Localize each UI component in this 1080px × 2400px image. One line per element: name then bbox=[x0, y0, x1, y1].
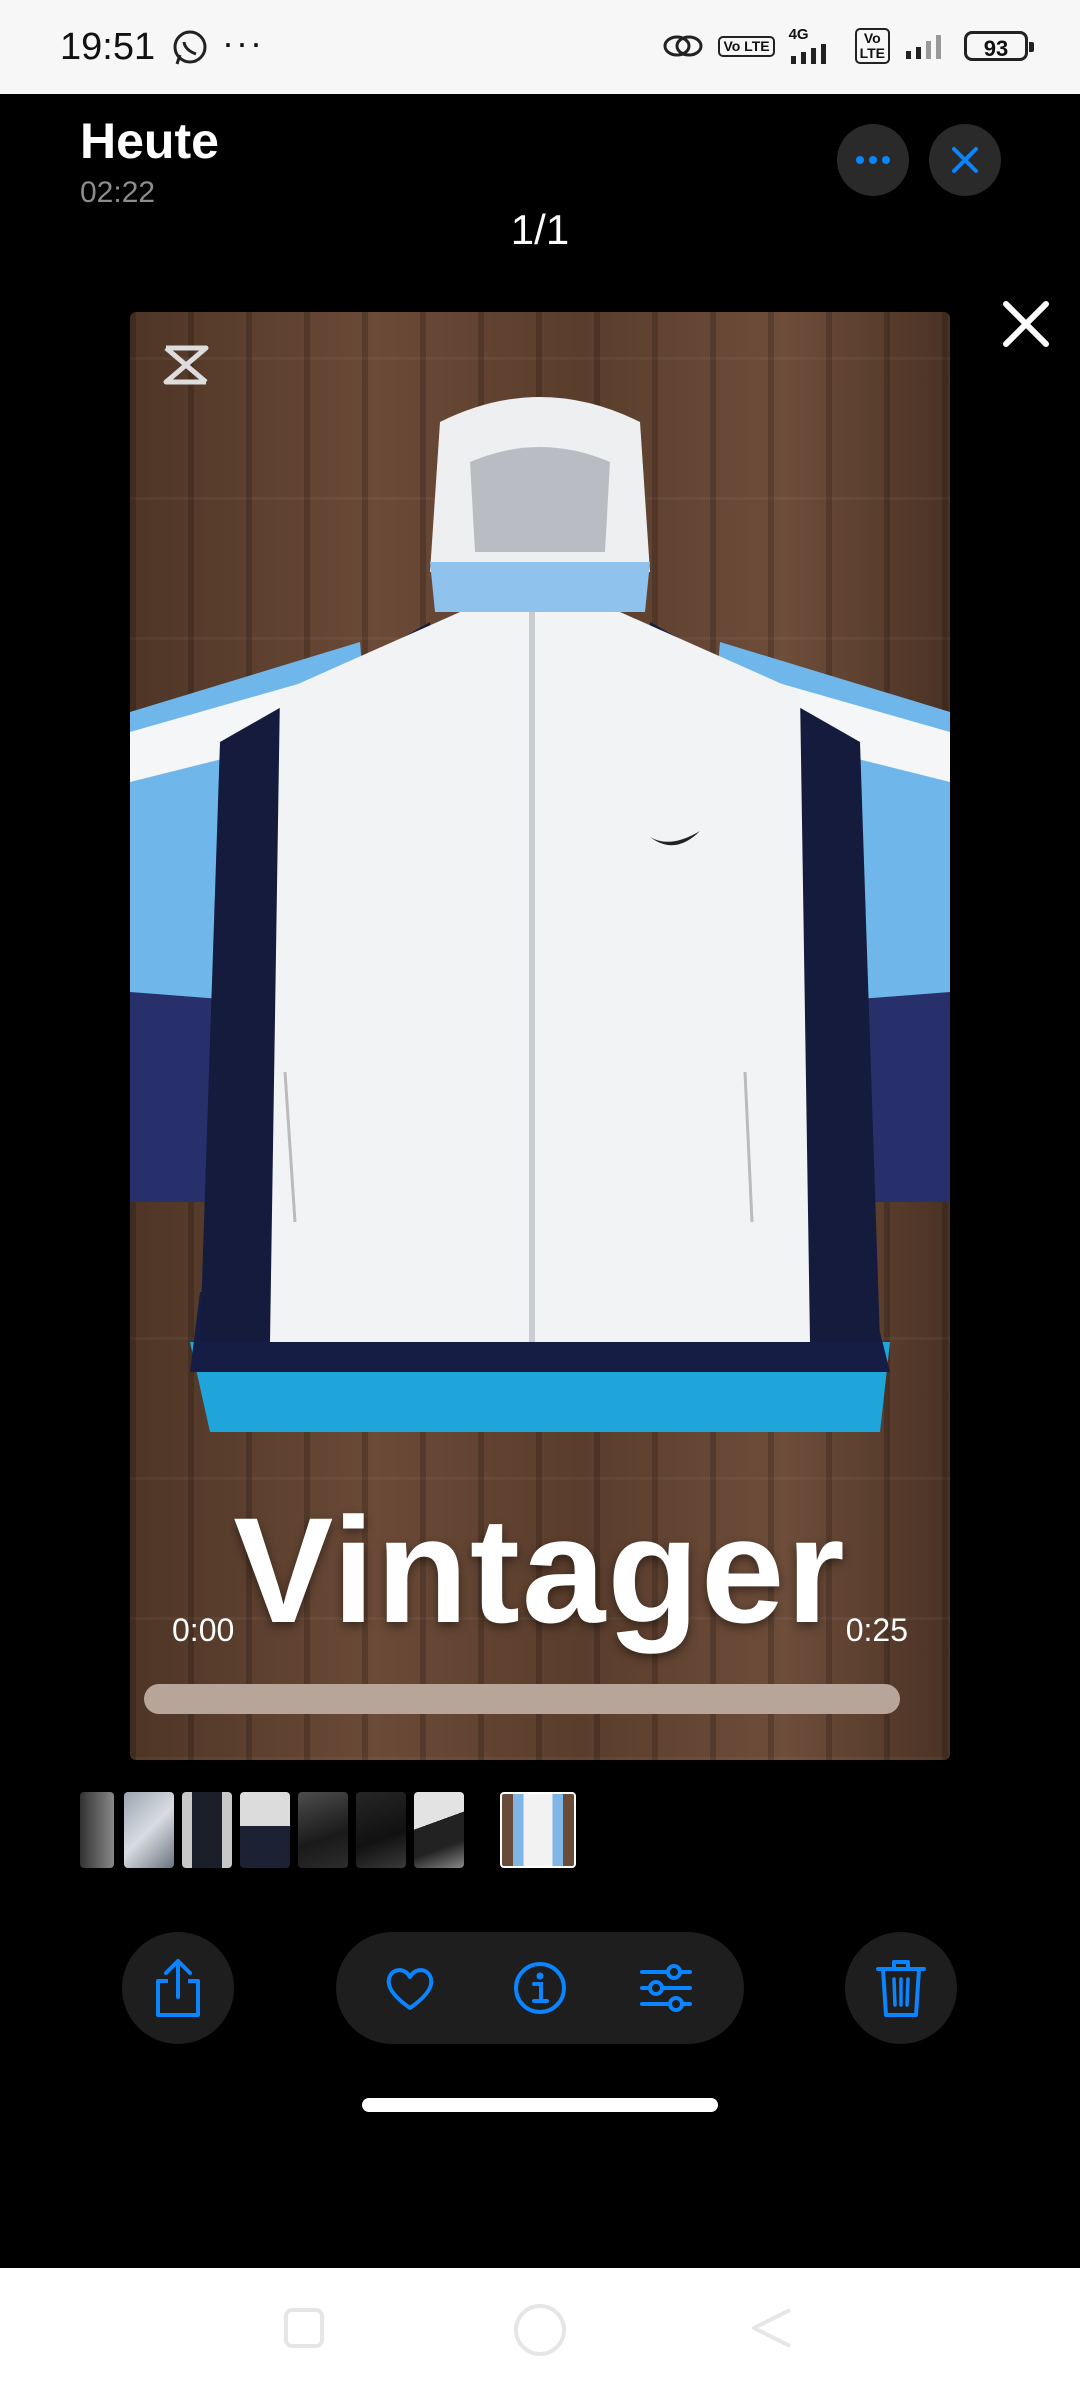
share-button[interactable] bbox=[122, 1932, 234, 2044]
delete-button[interactable] bbox=[845, 1932, 957, 2044]
battery-indicator: 93 bbox=[964, 31, 1034, 61]
more-notifications-icon: ··· bbox=[222, 22, 264, 63]
system-nav-bar bbox=[0, 2268, 1080, 2400]
thumbnail-item[interactable] bbox=[414, 1792, 464, 1868]
video-total-time: 0:25 bbox=[845, 1612, 908, 1648]
recent-apps-icon[interactable] bbox=[282, 2306, 326, 2350]
capcut-logo-icon bbox=[163, 345, 209, 385]
volte-badge-2: Vo LTE bbox=[854, 28, 890, 64]
sliders-icon[interactable] bbox=[638, 1960, 694, 2016]
status-bar: 19:51 ··· Vo LTE 4G Vo LTE 93 bbox=[0, 0, 1080, 94]
thumbnail-item[interactable] bbox=[182, 1792, 232, 1868]
status-time: 19:51 bbox=[60, 26, 156, 68]
home-icon[interactable] bbox=[512, 2302, 568, 2358]
ellipsis-icon bbox=[856, 156, 890, 164]
thumbnail-item[interactable] bbox=[240, 1792, 290, 1868]
signal-icon-2 bbox=[906, 35, 941, 59]
video-caption: Vintager bbox=[233, 1486, 847, 1654]
video-current-time: 0:00 bbox=[172, 1612, 235, 1648]
page-subtitle: 02:22 bbox=[80, 176, 156, 209]
close-viewer-button[interactable] bbox=[929, 124, 1001, 196]
signal-1: 4G bbox=[788, 26, 841, 64]
thumbnail-item[interactable] bbox=[298, 1792, 348, 1868]
info-icon[interactable] bbox=[512, 1960, 568, 2016]
video-scrubber[interactable] bbox=[144, 1684, 900, 1714]
action-pill bbox=[336, 1932, 744, 2044]
heart-icon[interactable] bbox=[382, 1960, 438, 2016]
link-icon bbox=[663, 35, 703, 57]
item-counter: 1/1 bbox=[510, 206, 570, 253]
thumbnail-item[interactable] bbox=[80, 1792, 114, 1868]
volte-badge: Vo LTE bbox=[718, 35, 775, 57]
page-title: Heute bbox=[80, 113, 219, 169]
thumbnail-item[interactable] bbox=[356, 1792, 406, 1868]
signal-icon bbox=[790, 44, 826, 64]
video-player[interactable]: Vintager 0:00 0:25 bbox=[130, 312, 950, 1760]
thumbnail-item-selected[interactable] bbox=[500, 1792, 576, 1868]
home-indicator bbox=[362, 2098, 718, 2112]
thumbnail-item[interactable] bbox=[124, 1792, 174, 1868]
trash-icon bbox=[876, 1960, 926, 2017]
more-button[interactable] bbox=[837, 124, 909, 196]
dismiss-video-button[interactable] bbox=[998, 296, 1054, 352]
whatsapp-icon bbox=[173, 30, 207, 65]
network-type: 4G bbox=[788, 26, 809, 43]
back-icon[interactable] bbox=[750, 2306, 794, 2350]
status-icons: Vo LTE 4G Vo LTE 93 bbox=[662, 26, 1034, 64]
close-icon bbox=[952, 147, 978, 173]
share-icon bbox=[156, 1959, 200, 2017]
